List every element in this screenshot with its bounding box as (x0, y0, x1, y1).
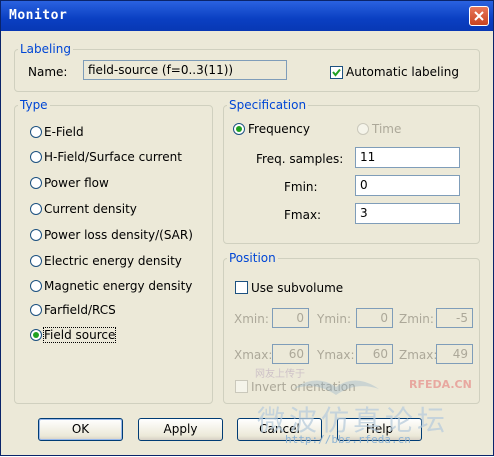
labeling-legend: Labeling (20, 42, 71, 56)
type-group: Type (14, 98, 213, 404)
radio-selected-dot (33, 332, 39, 338)
apply-button[interactable]: Apply (138, 418, 223, 441)
xmin-value: 0 (296, 311, 304, 325)
help-button[interactable]: Help (337, 418, 422, 441)
zmin-label: Zmin: (399, 312, 434, 326)
radio-current-density[interactable] (30, 203, 42, 215)
zmin-value: -5 (456, 311, 468, 325)
radio-electric-energy[interactable] (30, 255, 42, 267)
freq-samples-input[interactable]: 11 (355, 147, 460, 168)
ymax-input: 60 (356, 344, 393, 364)
monitor-dialog: Monitor Labeling Name: field-source (f=0… (0, 0, 494, 456)
label-field-source[interactable]: Field source (42, 327, 117, 343)
radio-field-source[interactable] (30, 329, 42, 341)
type-legend: Type (20, 98, 48, 112)
label-power-flow[interactable]: Power flow (44, 176, 109, 190)
radio-farfield[interactable] (30, 304, 42, 316)
zmin-input: -5 (436, 308, 473, 328)
fmin-label: Fmin: (284, 180, 318, 194)
label-time: Time (372, 122, 402, 136)
invert-orientation-checkbox (235, 380, 248, 393)
label-current-density[interactable]: Current density (44, 202, 137, 216)
zmax-label: Zmax: (399, 348, 438, 362)
xmax-label: Xmax: (234, 348, 273, 362)
name-value: field-source (f=0..3(11)) (88, 63, 234, 77)
ok-button[interactable]: OK (38, 418, 123, 441)
radio-power-flow[interactable] (30, 177, 42, 189)
radio-time (357, 123, 369, 135)
xmin-label: Xmin: (234, 312, 269, 326)
use-subvolume-checkbox[interactable] (235, 281, 248, 294)
cancel-button[interactable]: Cancel (237, 418, 322, 441)
ymin-value: 0 (380, 311, 388, 325)
label-h-field[interactable]: H-Field/Surface current (44, 150, 182, 164)
ymin-label: Ymin: (317, 312, 352, 326)
radio-frequency[interactable] (233, 123, 245, 135)
freq-samples-label: Freq. samples: (256, 152, 344, 166)
automatic-labeling-label[interactable]: Automatic labeling (346, 65, 459, 79)
ymin-input: 0 (356, 308, 393, 328)
fmax-value: 3 (360, 206, 368, 220)
window-title: Monitor (9, 8, 68, 23)
specification-legend: Specification (229, 98, 307, 112)
ymax-label: Ymax: (317, 348, 355, 362)
close-button[interactable] (469, 6, 489, 26)
checkmark-icon (332, 68, 341, 77)
label-power-loss[interactable]: Power loss density/(SAR) (44, 228, 193, 242)
radio-selected-dot (236, 126, 242, 132)
title-bar[interactable]: Monitor (1, 1, 493, 31)
xmax-input: 60 (272, 344, 309, 364)
invert-orientation-label: Invert orientation (251, 380, 356, 394)
fmin-value: 0 (360, 178, 368, 192)
fmax-label: Fmax: (284, 208, 322, 222)
name-field[interactable]: field-source (f=0..3(11)) (83, 60, 287, 80)
zmax-value: 49 (452, 347, 468, 361)
close-icon (474, 11, 484, 21)
radio-h-field[interactable] (30, 151, 42, 163)
label-farfield[interactable]: Farfield/RCS (44, 303, 116, 317)
fmin-input[interactable]: 0 (355, 175, 460, 196)
label-frequency[interactable]: Frequency (248, 122, 310, 136)
label-electric-energy[interactable]: Electric energy density (44, 254, 182, 268)
xmin-input: 0 (272, 308, 309, 328)
radio-magnetic-energy[interactable] (30, 280, 42, 292)
radio-e-field[interactable] (30, 126, 42, 138)
fmax-input[interactable]: 3 (355, 203, 460, 224)
position-legend: Position (229, 251, 276, 265)
automatic-labeling-checkbox[interactable] (330, 66, 343, 79)
label-magnetic-energy[interactable]: Magnetic energy density (44, 279, 192, 293)
radio-power-loss[interactable] (30, 229, 42, 241)
zmax-input: 49 (436, 344, 473, 364)
name-label: Name: (28, 65, 68, 79)
ymax-value: 60 (372, 347, 388, 361)
freq-samples-value: 11 (360, 150, 376, 164)
label-e-field[interactable]: E-Field (44, 125, 84, 139)
use-subvolume-label[interactable]: Use subvolume (251, 281, 343, 295)
xmax-value: 60 (288, 347, 304, 361)
